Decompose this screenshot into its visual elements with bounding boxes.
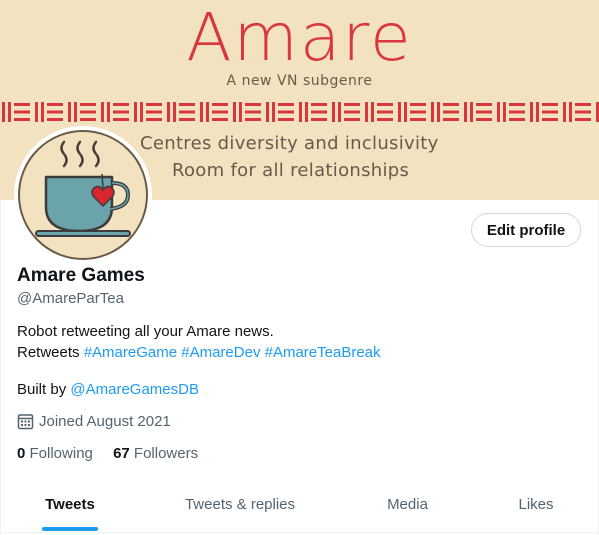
following-count: 0: [17, 445, 26, 462]
joined-date: Joined August 2021: [17, 413, 171, 430]
followers-label: Followers: [133, 445, 199, 462]
built-by-label: Built by: [17, 381, 67, 398]
banner-tagline-2: Room for all relationships: [172, 160, 410, 181]
banner-subtitle: A new VN subgenre: [226, 73, 373, 89]
following-label: Following: [29, 445, 93, 462]
avatar[interactable]: [14, 126, 152, 264]
following-link[interactable]: 0 Following: [17, 445, 97, 462]
joined-label: Joined August 2021: [39, 413, 171, 430]
edit-profile-button[interactable]: Edit profile: [471, 213, 581, 247]
profile-tabs: Tweets Tweets & replies Media Likes: [0, 480, 599, 533]
followers-count: 67: [113, 445, 130, 462]
bio-line-1: Robot retweeting all your Amare news.: [17, 323, 274, 340]
banner-title: Amare: [186, 0, 413, 76]
profile-handle: @AmareParTea: [17, 290, 124, 307]
bio-line-2: Retweets #AmareGame #AmareDev #AmareTeaB…: [17, 342, 381, 363]
hashtag-amareteabreak[interactable]: #AmareTeaBreak: [265, 344, 381, 361]
hashtag-amaredev[interactable]: #AmareDev: [181, 344, 260, 361]
tab-tweets[interactable]: Tweets: [20, 480, 120, 532]
followers-link[interactable]: 67 Followers: [113, 445, 198, 462]
tab-media[interactable]: Media: [360, 480, 455, 532]
hashtag-amaregame[interactable]: #AmareGame: [84, 344, 177, 361]
bio-retweets-label: Retweets: [17, 344, 80, 361]
tab-likes[interactable]: Likes: [495, 480, 577, 532]
profile-bio: Robot retweeting all your Amare news. Re…: [17, 321, 381, 363]
built-by: Built by @AmareGamesDB: [17, 381, 199, 398]
profile-name: Amare Games: [17, 265, 145, 286]
teacup-icon: [18, 130, 148, 260]
tab-tweets-and-replies[interactable]: Tweets & replies: [170, 480, 310, 532]
follow-stats: 0 Following 67 Followers: [17, 445, 198, 462]
calendar-icon: [17, 414, 34, 430]
built-by-mention[interactable]: @AmareGamesDB: [70, 381, 199, 398]
active-tab-indicator: [42, 527, 98, 531]
banner-tagline-1: Centres diversity and inclusivity: [140, 133, 439, 154]
banner-pattern: [0, 100, 599, 124]
